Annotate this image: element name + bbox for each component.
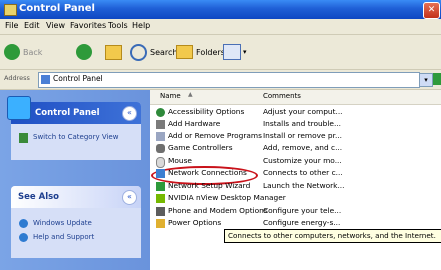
views-icon [223,44,241,60]
address-bar: Address Control Panel ▾ [0,70,441,90]
category-view-icon [19,133,28,143]
network-icon [156,169,165,178]
help-icon [19,233,28,242]
views-button[interactable]: ▾ [223,43,247,61]
phone-icon [156,207,165,216]
comments-column-header[interactable]: Comments [263,92,301,100]
collapse-chevron-icon[interactable]: « [122,106,137,121]
list-item-name: Network Connections [168,168,247,177]
list-item-name: Add Hardware [168,119,221,128]
folders-icon [176,45,193,59]
list-item-name: Network Setup Wizard [168,181,251,190]
list-item[interactable]: Network Setup Wizard Launch the Network.… [150,181,441,193]
sort-ascending-icon: ▲ [188,91,193,98]
menu-edit[interactable]: Edit [24,21,40,30]
menu-help[interactable]: Help [132,21,150,30]
up-folder-button[interactable] [105,43,122,61]
column-header: Name ▲ Comments [150,90,441,105]
power-icon [156,219,165,228]
back-arrow-icon [4,44,20,60]
list-item[interactable]: Add Hardware Installs and trouble... [150,119,441,131]
list-item-network-connections[interactable]: Network Connections Connects to other c.… [150,166,441,185]
list-item-comment: Launch the Network... [263,181,345,190]
back-button[interactable]: Back [4,43,42,61]
see-also-card-header[interactable]: See Also « [11,186,141,208]
list-item[interactable]: NVIDIA nView Desktop Manager [150,193,441,205]
switch-category-view-label: Switch to Category View [33,133,119,141]
list-item-comment: Configure energy-s... [263,218,341,227]
search-label: Search [150,47,178,57]
list-item-name: Phone and Modem Options [168,206,268,215]
game-controller-icon [156,144,165,153]
list-item-name: NVIDIA nView Desktop Manager [168,193,286,202]
search-icon [130,43,147,61]
title-bar: Control Panel ✕ [0,0,441,19]
list-item[interactable]: Game Controllers Add, remove, and c... [150,143,441,155]
address-field[interactable]: Control Panel [38,72,420,88]
forward-button[interactable] [76,43,92,61]
accessibility-icon [156,108,165,117]
see-also-title: See Also [18,192,60,202]
hardware-icon [156,120,165,129]
list-item-name: Add or Remove Programs [168,131,262,140]
control-panel-icon [4,4,17,16]
menu-tools[interactable]: Tools [108,21,128,30]
list-item[interactable]: Add or Remove Programs Install or remove… [150,131,441,143]
forward-arrow-icon [76,44,92,60]
list-item-name: Power Options [168,218,222,227]
switch-category-view-link[interactable]: Switch to Category View [19,132,141,146]
address-dropdown-button[interactable]: ▾ [419,73,433,87]
control-panel-large-icon [7,96,31,120]
list-item-name: Accessibility Options [168,107,245,116]
window-title: Control Panel [19,3,95,14]
control-panel-card-header[interactable]: Control Panel « [7,96,141,124]
back-label: Back [23,47,43,57]
mouse-icon [156,157,165,168]
task-pane: Control Panel « Switch to Category View … [0,90,150,270]
applet-list: Name ▲ Comments Accessibility Options Ad… [150,90,441,270]
name-column-header[interactable]: Name [160,92,181,100]
see-also-card: See Also « Windows Update Help and Suppo… [11,186,141,258]
windows-update-link[interactable]: Windows Update [19,218,141,230]
tooltip: Connects to other computers, networks, a… [224,229,441,243]
collapse-chevron-icon[interactable]: « [122,190,137,205]
control-panel-card-title: Control Panel [35,108,100,118]
list-item-name: Mouse [168,156,192,165]
programs-icon [156,132,165,141]
address-label: Address [4,74,30,82]
control-panel-card: Control Panel « Switch to Category View [7,96,141,160]
menu-favorites[interactable]: Favorites [70,21,106,30]
nvidia-icon [156,194,165,203]
list-item-comment: Configure your tele... [263,206,342,215]
folders-button[interactable]: Folders [176,43,225,61]
list-item-comment: Customize your mo... [263,156,342,165]
windows-update-icon [19,219,28,228]
close-button[interactable]: ✕ [423,2,440,19]
menu-view[interactable]: View [46,21,65,30]
list-item[interactable]: Phone and Modem Options Configure your t… [150,206,441,218]
list-item-name: Game Controllers [168,143,233,152]
toolbar: Back Search Folders ▾ [0,35,441,70]
control-panel-small-icon [41,75,50,84]
menu-bar: File Edit View Favorites Tools Help [0,19,441,35]
search-button[interactable]: Search [130,43,177,61]
list-item-comment: Add, remove, and c... [263,143,343,152]
views-dropdown-icon: ▾ [243,48,247,56]
network-wizard-icon [156,182,165,191]
up-folder-icon [105,44,122,60]
address-value: Control Panel [53,74,103,83]
list-item-comment: Connects to other c... [263,168,343,177]
go-button[interactable] [433,73,441,85]
list-item[interactable]: Accessibility Options Adjust your comput… [150,107,441,119]
folders-label: Folders [196,47,225,57]
help-and-support-label: Help and Support [33,233,95,241]
list-item-comment: Installs and trouble... [263,119,342,128]
windows-update-label: Windows Update [33,219,92,227]
list-item-comment: Install or remove pr... [263,131,343,140]
list-item-comment: Adjust your comput... [263,107,343,116]
help-and-support-link[interactable]: Help and Support [19,232,141,244]
menu-file[interactable]: File [5,21,18,30]
